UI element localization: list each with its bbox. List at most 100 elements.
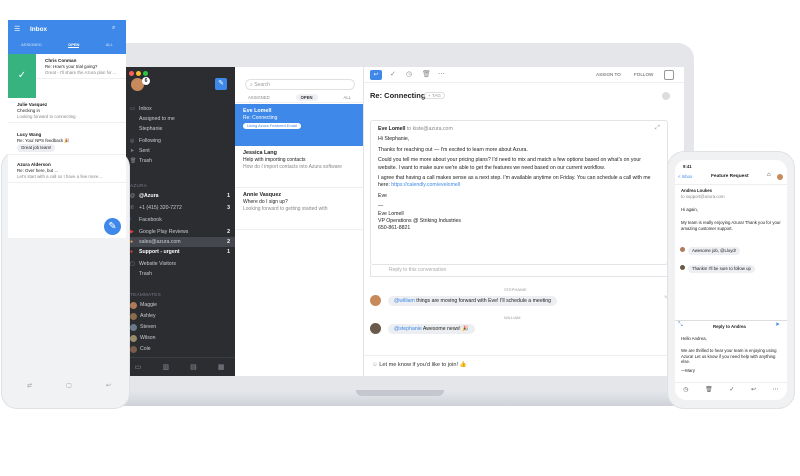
compose-button[interactable]: ✎ — [104, 218, 121, 235]
more-icon[interactable]: ⋯ — [438, 70, 445, 78]
reply-icon[interactable]: ↩ — [370, 70, 382, 80]
comment-author: STEPHANIE — [504, 287, 527, 292]
search-icon[interactable]: ⌕ — [112, 25, 115, 32]
reply-field[interactable]: Reply to this conversation — [370, 265, 668, 277]
sidebar-item-stephanie[interactable]: Stephanie — [130, 124, 230, 134]
calendly-link[interactable]: https://calendly.com/evelomell — [391, 182, 460, 188]
trash-icon: 🗑 — [130, 158, 137, 164]
panel-toggle-icon[interactable] — [664, 70, 674, 80]
mail-icon: ● — [130, 239, 134, 245]
avatar — [130, 323, 137, 331]
analytics-icon[interactable]: ▥ — [162, 363, 169, 371]
clock-icon[interactable]: ◷ — [683, 386, 688, 393]
back-icon[interactable]: ↩ — [106, 382, 111, 394]
sidebar-item-sent[interactable]: ➤ Sent — [130, 146, 230, 156]
list-item[interactable]: Chris Conman Re: How's your trial going? G… — [36, 56, 126, 79]
search-input[interactable]: ⌕ Search — [245, 79, 355, 90]
email-recipient: to kiste@azura.com — [406, 126, 453, 132]
clock-icon[interactable]: ◷ — [406, 70, 412, 78]
teammate-maggie[interactable]: Maggie — [130, 300, 230, 310]
app-window: 6 ✎ ▭ Inbox Assigned to me Stephanie ◎ Fol… — [124, 67, 684, 376]
teammate-cole[interactable]: Cole — [130, 344, 230, 354]
sidebar-item-inbox[interactable]: ▭ Inbox — [130, 104, 230, 114]
inbox-icon[interactable]: ▭ — [135, 363, 142, 371]
avatar — [370, 323, 381, 334]
assign-button[interactable]: ASSIGN TO — [596, 72, 621, 77]
menu-icon[interactable]: ☰ — [14, 25, 20, 33]
at-icon: @ — [130, 193, 135, 199]
tab-open[interactable]: OPEN — [295, 94, 318, 101]
sidebar-item-google-play[interactable]: ▶ Google Play Reviews 2 — [130, 227, 230, 237]
reply-text[interactable]: We are thrilled to hear your team is enj… — [681, 348, 781, 365]
recent-apps-icon[interactable]: ⇄ — [27, 382, 32, 394]
teammate-steven[interactable]: Steven — [130, 322, 230, 332]
more-icon[interactable]: ⋯ — [773, 386, 779, 393]
sidebar-item-support-urgent[interactable]: ● Support - urgent 1 — [130, 247, 230, 257]
conversation-item[interactable]: Eve Lomell Re: Connecting Using Azura Fe… — [235, 104, 363, 146]
section-teammates: TEAMMATES — [130, 292, 161, 297]
check-icon[interactable]: ✓ — [729, 386, 734, 393]
sidebar-item-website-visitors[interactable]: ▢ Website Visitors — [130, 259, 230, 269]
tab-all[interactable]: ALL — [344, 95, 351, 100]
tag-pill[interactable]: Using Azura Featured Email — [243, 123, 301, 129]
comment: Thanks! I'll be sure to follow up — [680, 265, 755, 273]
tab-assigned[interactable]: ASSIGNED — [248, 95, 270, 100]
comment: @stephanie Awesome news! 🎉 — [370, 323, 475, 334]
sidebar-item-facebook[interactable]: f Facebook — [130, 215, 230, 225]
trash-icon[interactable]: 🗑 — [422, 70, 431, 78]
chat-icon: ▢ — [130, 261, 135, 267]
section-azura: AZURA — [130, 183, 148, 188]
check-icon[interactable]: ✓ — [8, 54, 36, 98]
avatar — [370, 295, 381, 306]
avatar[interactable] — [777, 174, 783, 180]
collapse-icon[interactable]: ⤡ — [678, 322, 683, 329]
sidebar-item-sales[interactable]: ● sales@azura.com 2 — [124, 237, 235, 247]
trash-icon[interactable]: 🗑 — [705, 386, 713, 393]
message-header: Andrea Loukes — [681, 188, 713, 193]
tab-open[interactable]: OPEN — [68, 42, 80, 48]
sidebar-item-assigned[interactable]: Assigned to me — [130, 114, 230, 124]
zoom-dot[interactable] — [143, 71, 148, 76]
compose-icon[interactable]: ✎ — [215, 78, 227, 90]
sidebar-item-following[interactable]: ◎ Following — [130, 136, 230, 146]
back-button[interactable]: < Inbox — [678, 174, 692, 180]
iphone-screen: 9:41 < Inbox Feature Request ⌂ Andrea Lo… — [675, 160, 787, 400]
avatar — [130, 345, 137, 353]
phone-icon: ✆ — [130, 205, 135, 211]
sidebar-item-trash[interactable]: 🗑 Trash — [130, 156, 230, 166]
contacts-icon[interactable]: ▤ — [190, 363, 197, 371]
sidebar-item-azura[interactable]: @ @Azura 1 — [130, 191, 230, 201]
tab-assigned[interactable]: ASSIGNED — [21, 42, 42, 48]
eye-icon: ◎ — [130, 138, 135, 144]
play-icon: ▶ — [130, 229, 134, 235]
check-icon[interactable]: ✓ — [390, 70, 396, 78]
teammate-wilson[interactable]: Wilson — [130, 333, 230, 343]
follow-button[interactable]: FOLLOW — [634, 72, 653, 77]
comment: @william things are moving forward with … — [370, 295, 558, 306]
toolbar: ↩ ✓ ◷ 🗑 ⋯ ASSIGN TO FOLLOW — [364, 67, 684, 83]
settings-icon[interactable]: ▦ — [218, 363, 225, 371]
list-item[interactable]: Lucy Wang Re: Your NPS feedback 🎉 Great jo… — [8, 130, 126, 155]
tag-icon[interactable]: ⌂ — [767, 172, 771, 179]
expand-icon[interactable]: ⤢ — [655, 125, 660, 132]
add-tag-button[interactable]: + TAG — [424, 92, 445, 99]
home-icon[interactable]: ▢ — [66, 382, 72, 394]
tab-all[interactable]: ALL — [106, 42, 113, 48]
inbox-icon: ▭ — [130, 106, 135, 112]
conversation-item[interactable]: Jessica Lang Help with importing contact… — [235, 146, 363, 188]
sidebar-item-trash-azura[interactable]: Trash — [130, 269, 230, 279]
minimize-dot[interactable] — [136, 71, 141, 76]
comment-composer[interactable]: ☺ Let me know if you'd like to join! 👍 — [364, 355, 684, 376]
teammate-ashley[interactable]: Ashley — [130, 311, 230, 321]
conversation-item[interactable]: Annie Vasquez Where do I sign up? Lookin… — [235, 188, 363, 230]
list-item[interactable]: Azura Alderson Re: Over here, but ... Let'… — [8, 160, 126, 183]
reply-icon[interactable]: ↩ — [751, 386, 756, 393]
sidebar-footer: ▭ ▥ ▤ ▦ — [124, 357, 235, 376]
list-item[interactable]: Julie Vasquez Checking in Looking forward … — [8, 100, 126, 123]
send-icon[interactable]: ➤ — [775, 322, 780, 329]
message-body: My team is really enjoying Azura! Thank … — [681, 220, 781, 231]
sidebar-item-phone[interactable]: ✆ +1 (415) 320-7272 3 — [130, 203, 230, 213]
send-icon: ➤ — [130, 148, 135, 154]
status-icon[interactable] — [662, 92, 670, 100]
close-dot[interactable] — [129, 71, 134, 76]
